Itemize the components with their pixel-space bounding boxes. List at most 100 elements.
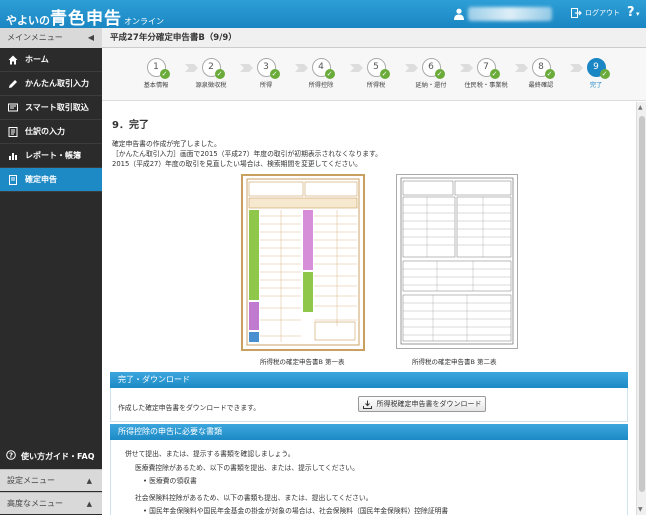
step-number: 7 (483, 62, 489, 72)
page-title: 平成27年分確定申告書B（9/9） (102, 28, 646, 48)
logo-main: 青色申告 (50, 9, 122, 29)
doc1-caption: 所得税の確定申告書B 第一表 (260, 358, 345, 366)
step-4[interactable]: 4 ✓ 所得控除 (293, 58, 349, 89)
step-number: 4 (318, 62, 324, 72)
tax-form-b-page1-thumbnail[interactable] (241, 174, 365, 351)
step-label: 基本情報 (143, 82, 169, 89)
logout-label: ログアウト (585, 9, 620, 17)
advanced-menu-toggle[interactable]: 高度なメニュー ▲ (0, 492, 102, 514)
sidebar-item-journal[interactable]: 仕訳の入力 (0, 120, 102, 144)
docs-medical-item-label: 医療費の領収書 (149, 477, 197, 485)
docs-intro-text: 併せて提出、または、提示する書類を確認しましょう。 (125, 450, 295, 458)
step-9[interactable]: 9 ✓ 完了 (568, 58, 624, 89)
vertical-scrollbar[interactable]: ▲ ▼ (636, 102, 646, 515)
user-name-blurred (468, 7, 552, 21)
step-number: 5 (373, 62, 379, 72)
docs-social-item: • 国民年金保険料や国民年金基金の掛金が対象の場合は、社会保険料（国民年金保険料… (143, 507, 449, 515)
check-icon: ✓ (599, 69, 610, 79)
question-circle-icon: ? (6, 450, 16, 462)
sidebar-item-home[interactable]: ホーム (0, 48, 102, 72)
section-title: 9．完了 (112, 120, 149, 131)
step-6[interactable]: 6 ✓ 延納・還付 (403, 58, 459, 89)
step-number: 8 (538, 62, 544, 72)
main-menu-toggle[interactable]: メインメニュー ◀ (0, 28, 102, 48)
guide-faq-label: 使い方ガイド・FAQ (21, 451, 95, 461)
docs-social-text: 社会保険料控除があるため、以下の書類も提出、または、提出してください。 (135, 494, 373, 502)
step-label: 完了 (589, 82, 603, 89)
sidebar-item-easy-entry[interactable]: かんたん取引入力 (0, 72, 102, 96)
logo-prefix: やよいの (6, 14, 50, 27)
check-icon: ✓ (544, 69, 555, 79)
sidebar-item-reports[interactable]: レポート・帳簿 (0, 144, 102, 168)
step-label: 源泉徴収税 (195, 82, 227, 89)
tax-form-page1-image (246, 178, 360, 346)
step-number: 1 (153, 62, 159, 72)
svg-text:?: ? (9, 452, 13, 460)
expand-up-icon[interactable]: ▲ (87, 493, 92, 515)
completion-message: 確定申告書の作成が完了しました。 (112, 140, 221, 148)
sidebar-item-label: 確定申告 (25, 175, 57, 184)
step-number: 2 (208, 62, 214, 72)
step-label: 延納・還付 (415, 82, 447, 89)
sidebar-item-guide-faq[interactable]: ? 使い方ガイド・FAQ (0, 445, 102, 467)
sidebar-item-smart-import[interactable]: スマート取引取込 (0, 96, 102, 120)
collapse-left-icon[interactable]: ◀ (88, 28, 94, 48)
help-icon[interactable]: ? (627, 5, 635, 20)
check-icon: ✓ (214, 69, 225, 79)
logout-button[interactable]: ログアウト (571, 8, 620, 18)
app-logo[interactable]: やよいの 青色申告 オンライン (6, 4, 164, 29)
step-number: 9 (593, 62, 599, 72)
step-2[interactable]: 2 ✓ 源泉徴収税 (183, 58, 239, 89)
sidebar-item-tax-return[interactable]: 確定申告 (0, 168, 102, 192)
check-icon: ✓ (159, 69, 170, 79)
download-tax-return-button[interactable]: 所得税確定申告書をダウンロード (358, 396, 486, 412)
pencil-icon (7, 79, 19, 89)
step-3[interactable]: 3 ✓ 所得 (238, 58, 294, 89)
step-7[interactable]: 7 ✓ 住民税・事業税 (458, 58, 514, 89)
logout-icon (571, 8, 582, 18)
settings-menu-toggle[interactable]: 設定メニュー ▲ (0, 469, 102, 491)
step-1[interactable]: 1 ✓ 基本情報 (128, 58, 184, 89)
sidebar-item-label: ホーム (25, 55, 49, 64)
user-icon (454, 8, 464, 20)
doc2-caption: 所得税の確定申告書B 第二表 (412, 358, 497, 366)
step-label: 所得控除 (308, 82, 334, 89)
scrollbar-thumb[interactable] (639, 116, 645, 492)
docs-medical-item: • 医療費の領収書 (143, 477, 197, 485)
completion-message: ［かんたん取引入力］画面で2015（平成27）年度の取引が初期表示されなくなりま… (112, 150, 382, 158)
settings-menu-label: 設定メニュー (7, 476, 55, 485)
tax-form-b-page2-thumbnail[interactable] (396, 174, 518, 349)
step-label: 最終確認 (528, 82, 554, 89)
help-caret-icon[interactable]: ▾ (636, 10, 640, 18)
download-button-label: 所得税確定申告書をダウンロード (376, 400, 482, 408)
sidebar-item-label: かんたん取引入力 (25, 79, 89, 88)
download-panel-title: 完了・ダウンロード (110, 372, 628, 388)
download-text: 作成した確定申告書をダウンロードできます。 (118, 404, 261, 412)
journal-icon (7, 126, 19, 137)
scroll-up-icon[interactable]: ▲ (638, 104, 643, 111)
step-label: 所得 (259, 82, 273, 89)
step-5[interactable]: 5 ✓ 所得税 (348, 58, 404, 89)
expand-up-icon[interactable]: ▲ (87, 470, 92, 492)
sidebar-item-label: スマート取引取込 (25, 103, 89, 112)
check-icon: ✓ (324, 69, 335, 79)
logo-suffix: オンライン (124, 17, 164, 26)
advanced-menu-label: 高度なメニュー (7, 499, 63, 508)
scroll-down-icon[interactable]: ▼ (638, 506, 643, 513)
step-number: 6 (428, 62, 434, 72)
check-icon: ✓ (489, 69, 500, 79)
completion-message: 2015（平成27）年度の取引を見直したい場合は、検索期間を変更してください。 (112, 160, 362, 168)
required-docs-panel: 併せて提出、または、提示する書類を確認しましょう。 医療費控除があるため、以下の… (110, 440, 628, 515)
download-icon (362, 400, 372, 409)
step-label: 所得税 (366, 82, 386, 89)
sidebar-item-label: レポート・帳簿 (25, 151, 81, 160)
step-progress: 1 ✓ 基本情報 2 ✓ 源泉徴収税 3 ✓ 所得 4 ✓ 所得控除 5 ✓ 所得税 6 ✓… (102, 48, 646, 101)
docs-medical-text: 医療費控除があるため、以下の書類を提出、または、提示してください。 (135, 464, 359, 472)
check-icon: ✓ (379, 69, 390, 79)
check-icon: ✓ (269, 69, 280, 79)
main-menu-label: メインメニュー (7, 33, 63, 42)
import-icon (7, 103, 19, 113)
chart-icon (7, 151, 19, 161)
docs-social-item-label: 国民年金保険料や国民年金基金の掛金が対象の場合は、社会保険料（国民年金保険料）控… (149, 507, 449, 515)
step-8[interactable]: 8 ✓ 最終確認 (513, 58, 569, 89)
